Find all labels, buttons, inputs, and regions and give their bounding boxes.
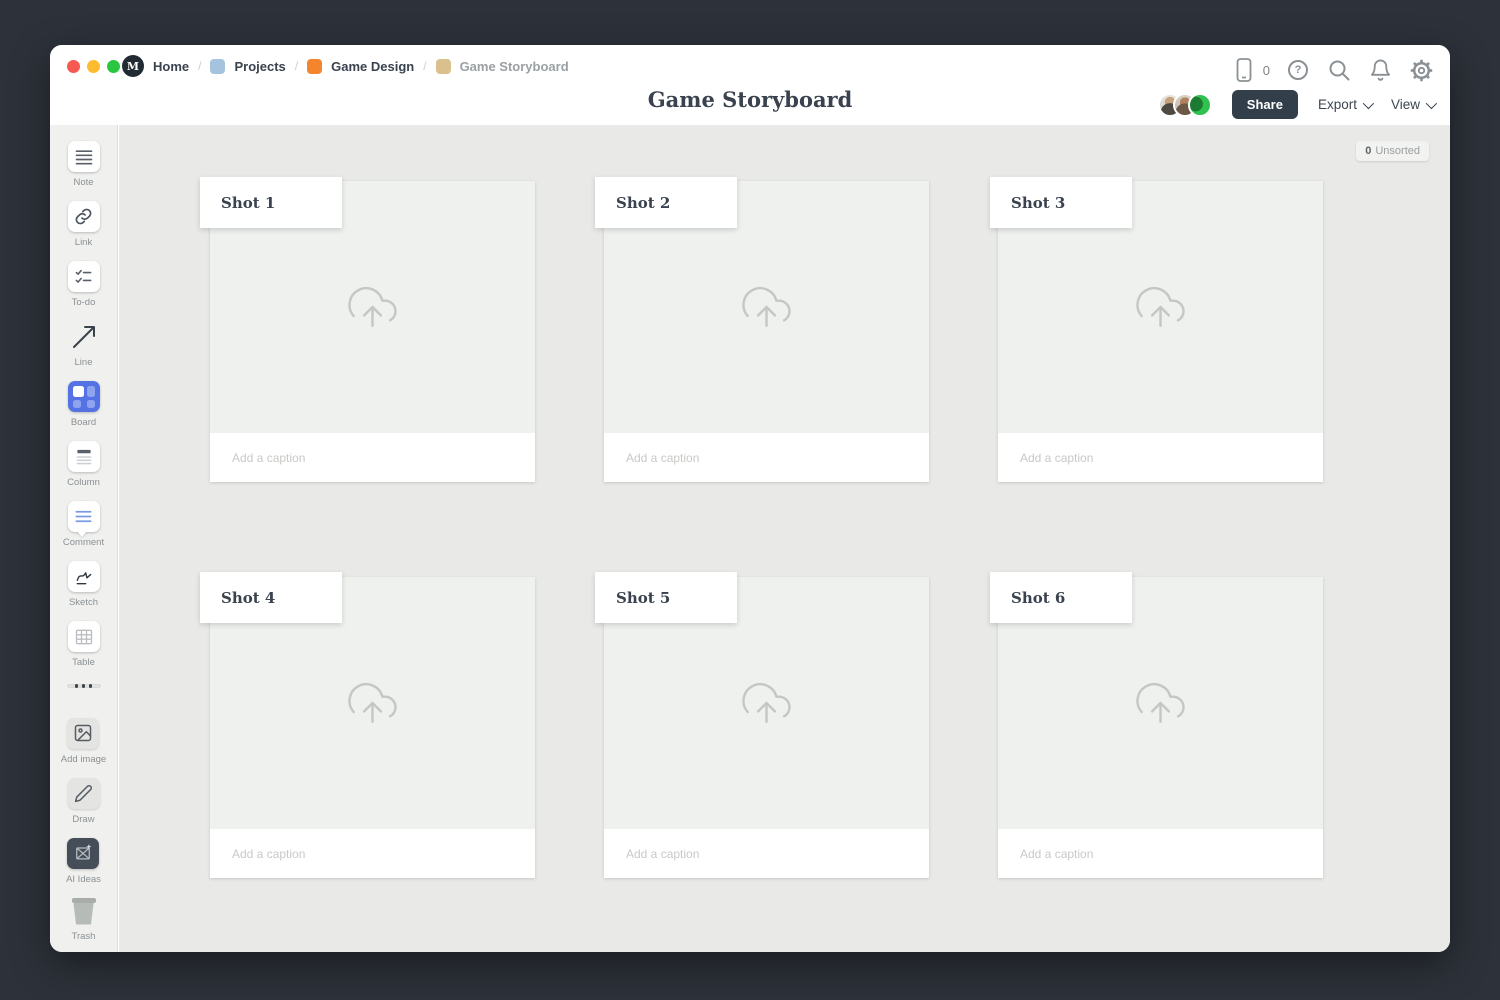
upload-cloud-icon (1133, 680, 1188, 726)
sidebar-item-line[interactable]: Line (68, 321, 100, 368)
board-icon (68, 381, 100, 412)
shot-title-note[interactable]: Shot 2 (595, 177, 737, 228)
shot-title-note[interactable]: Shot 1 (200, 177, 342, 228)
caption-area (998, 829, 1323, 878)
column-icon (68, 441, 100, 472)
caption-input[interactable] (1020, 451, 1280, 465)
shot-title-note[interactable]: Shot 3 (990, 177, 1132, 228)
draw-pencil-icon (68, 778, 100, 809)
breadcrumb-separator: / (423, 59, 426, 73)
page-title: Game Storyboard (50, 87, 1450, 112)
breadcrumb-separator: / (295, 59, 298, 73)
caption-area (998, 433, 1323, 482)
trash-icon (71, 898, 97, 926)
ai-ideas-icon (67, 838, 99, 869)
ellipsis-icon (75, 684, 79, 688)
tool-sidebar: Note Link To-do (50, 125, 118, 952)
zoom-window-button[interactable] (107, 60, 120, 73)
upload-cloud-icon (739, 284, 794, 330)
caption-input[interactable] (232, 451, 492, 465)
breadcrumb-projects[interactable]: Projects (210, 59, 285, 74)
sidebar-item-table[interactable]: Table (68, 621, 100, 668)
close-window-button[interactable] (67, 60, 80, 73)
search-icon[interactable] (1326, 57, 1352, 83)
caption-input[interactable] (232, 847, 492, 861)
caption-input[interactable] (1020, 847, 1280, 861)
breadcrumb-projects-label: Projects (234, 59, 285, 74)
sidebar-item-draw[interactable]: Draw (68, 778, 100, 825)
shot-title-note[interactable]: Shot 4 (200, 572, 342, 623)
breadcrumb-separator: / (198, 59, 201, 73)
settings-gear-icon[interactable] (1408, 57, 1434, 83)
milanote-logo-icon: M (122, 55, 144, 77)
add-image-icon (67, 718, 99, 749)
help-icon[interactable]: ? (1285, 57, 1311, 83)
note-icon (68, 141, 100, 172)
sidebar-item-ai-ideas[interactable]: AI Ideas (66, 838, 101, 885)
game-storyboard-board-icon (436, 59, 451, 74)
upload-cloud-icon (345, 284, 400, 330)
table-icon (68, 621, 100, 652)
comment-bubble-icon (68, 501, 100, 532)
unsorted-badge[interactable]: 0 Unsorted (1356, 141, 1429, 161)
more-tools-button[interactable] (67, 684, 101, 688)
breadcrumb-game-design[interactable]: Game Design (307, 59, 414, 74)
arrow-line-icon (68, 321, 100, 352)
game-design-board-icon (307, 59, 322, 74)
sidebar-item-note[interactable]: Note (68, 141, 100, 188)
sidebar-item-link[interactable]: Link (68, 201, 100, 248)
breadcrumb-current-label: Game Storyboard (460, 59, 569, 74)
sidebar-item-column[interactable]: Column (67, 441, 100, 488)
sidebar-item-add-image[interactable]: Add image (61, 718, 106, 765)
app-window: M Home / Projects / Game Design / Game S… (50, 45, 1450, 952)
caption-area (210, 433, 535, 482)
breadcrumb-home[interactable]: M Home (122, 55, 189, 77)
device-count: 0 (1263, 63, 1270, 78)
upload-cloud-icon (739, 680, 794, 726)
caption-input[interactable] (626, 847, 886, 861)
caption-area (604, 433, 929, 482)
projects-board-icon (210, 59, 225, 74)
notifications-bell-icon[interactable] (1367, 57, 1393, 83)
caption-area (210, 829, 535, 878)
breadcrumb: M Home / Projects / Game Design / Game S… (122, 55, 569, 77)
sidebar-item-board[interactable]: Board (68, 381, 100, 428)
todo-checklist-icon (68, 261, 100, 292)
caption-area (604, 829, 929, 878)
link-icon (68, 201, 100, 232)
sidebar-item-trash[interactable]: Trash (71, 898, 97, 942)
breadcrumb-game-storyboard[interactable]: Game Storyboard (436, 59, 569, 74)
sidebar-item-todo[interactable]: To-do (68, 261, 100, 308)
sidebar-item-comment[interactable]: Comment (63, 501, 104, 548)
titlebar: M Home / Projects / Game Design / Game S… (50, 45, 1450, 125)
breadcrumb-game-design-label: Game Design (331, 59, 414, 74)
sidebar-item-sketch[interactable]: Sketch (68, 561, 100, 608)
shot-title-note[interactable]: Shot 5 (595, 572, 737, 623)
upload-cloud-icon (1133, 284, 1188, 330)
caption-input[interactable] (626, 451, 886, 465)
sketch-pen-icon (68, 561, 100, 592)
mobile-device-icon[interactable] (1231, 57, 1257, 83)
minimize-window-button[interactable] (87, 60, 100, 73)
upload-cloud-icon (345, 680, 400, 726)
shot-title-note[interactable]: Shot 6 (990, 572, 1132, 623)
traffic-lights (67, 60, 120, 73)
breadcrumb-home-label: Home (153, 59, 189, 74)
